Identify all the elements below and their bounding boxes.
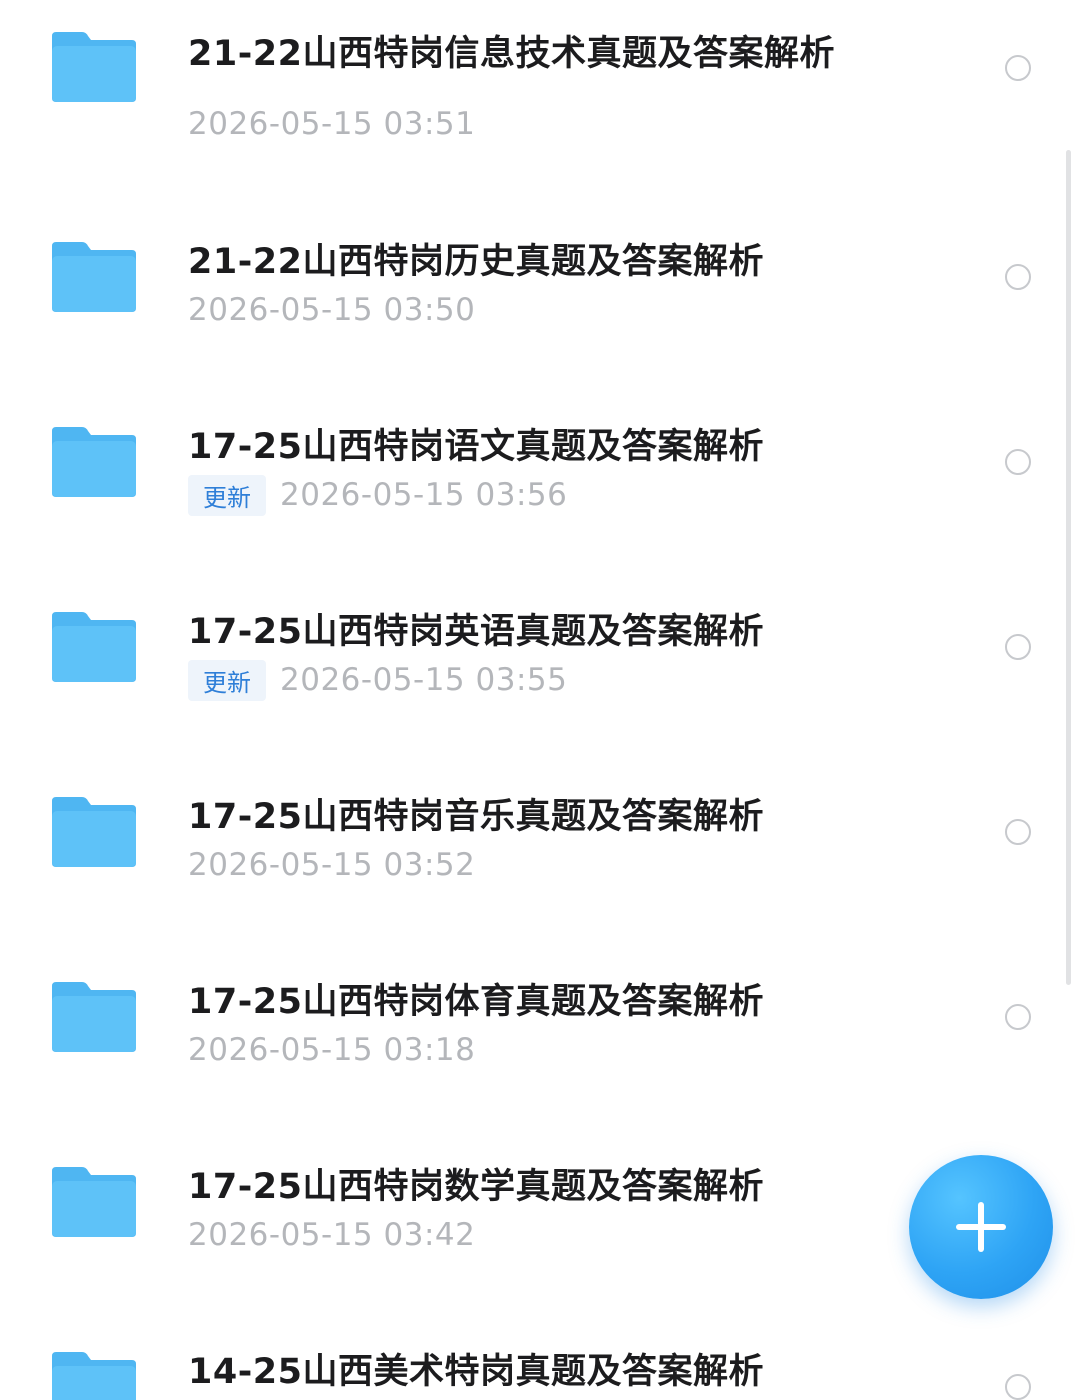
folder-icon: [52, 30, 136, 102]
file-date: 2026-05-15 03:56: [280, 477, 568, 513]
file-name: 17-25山西特岗体育真题及答案解析: [188, 982, 764, 1022]
file-name: 17-25山西特岗音乐真题及答案解析: [188, 797, 764, 837]
select-radio[interactable]: [1005, 55, 1031, 81]
folder-icon: [52, 795, 136, 867]
select-radio[interactable]: [1005, 1004, 1031, 1030]
folder-icon: [52, 1350, 136, 1400]
scrollbar[interactable]: [1066, 150, 1071, 985]
add-button[interactable]: [909, 1155, 1053, 1299]
file-meta: 更新 2026-05-15 03:55: [188, 659, 568, 701]
file-date: 2026-05-15 03:55: [280, 662, 568, 698]
select-radio[interactable]: [1005, 264, 1031, 290]
file-name: 17-25山西特岗数学真题及答案解析: [188, 1167, 764, 1207]
folder-icon: [52, 1165, 136, 1237]
file-name: 17-25山西特岗英语真题及答案解析: [188, 612, 764, 652]
file-date: 2026-05-15 03:51: [188, 106, 476, 142]
file-meta: 2026-05-15 03:50: [188, 290, 475, 330]
update-badge: 更新: [188, 659, 266, 701]
select-radio[interactable]: [1005, 1374, 1031, 1400]
file-row[interactable]: 21-22山西特岗历史真题及答案解析 2026-05-15 03:50: [0, 190, 1060, 375]
select-radio[interactable]: [1005, 449, 1031, 475]
folder-icon: [52, 610, 136, 682]
select-radio[interactable]: [1005, 819, 1031, 845]
file-date: 2026-05-15 03:42: [188, 1217, 476, 1253]
file-row[interactable]: 17-25山西特岗英语真题及答案解析 更新 2026-05-15 03:55: [0, 560, 1060, 745]
file-date: 2026-05-15 03:50: [188, 292, 476, 328]
file-name: 17-25山西特岗语文真题及答案解析: [188, 427, 764, 467]
file-meta: 2026-05-15 03:42: [188, 1215, 475, 1255]
file-meta: 2026-05-15 03:52: [188, 845, 475, 885]
file-row[interactable]: 17-25山西特岗数学真题及答案解析 2026-05-15 03:42: [0, 1115, 1060, 1300]
file-row[interactable]: 17-25山西特岗体育真题及答案解析 2026-05-15 03:18: [0, 930, 1060, 1115]
file-row[interactable]: 14-25山西美术特岗真题及答案解析: [0, 1300, 1060, 1400]
file-name: 21-22山西特岗历史真题及答案解析: [188, 242, 764, 282]
file-row[interactable]: 17-25山西特岗语文真题及答案解析 更新 2026-05-15 03:56: [0, 375, 1060, 560]
file-row[interactable]: 21-22山西特岗信息技术真题及答案解析 2026-05-15 03:51: [0, 0, 1060, 185]
file-meta: 2026-05-15 03:51: [188, 104, 475, 144]
folder-icon: [52, 240, 136, 312]
file-row[interactable]: 17-25山西特岗音乐真题及答案解析 2026-05-15 03:52: [0, 745, 1060, 930]
file-meta: 2026-05-15 03:18: [188, 1030, 475, 1070]
select-radio[interactable]: [1005, 634, 1031, 660]
file-name: 21-22山西特岗信息技术真题及答案解析: [188, 34, 835, 74]
plus-icon: [956, 1202, 1006, 1252]
folder-icon: [52, 980, 136, 1052]
update-badge: 更新: [188, 474, 266, 516]
file-name: 14-25山西美术特岗真题及答案解析: [188, 1352, 764, 1392]
file-date: 2026-05-15 03:18: [188, 1032, 476, 1068]
file-meta: 更新 2026-05-15 03:56: [188, 474, 568, 516]
folder-icon: [52, 425, 136, 497]
file-date: 2026-05-15 03:52: [188, 847, 476, 883]
